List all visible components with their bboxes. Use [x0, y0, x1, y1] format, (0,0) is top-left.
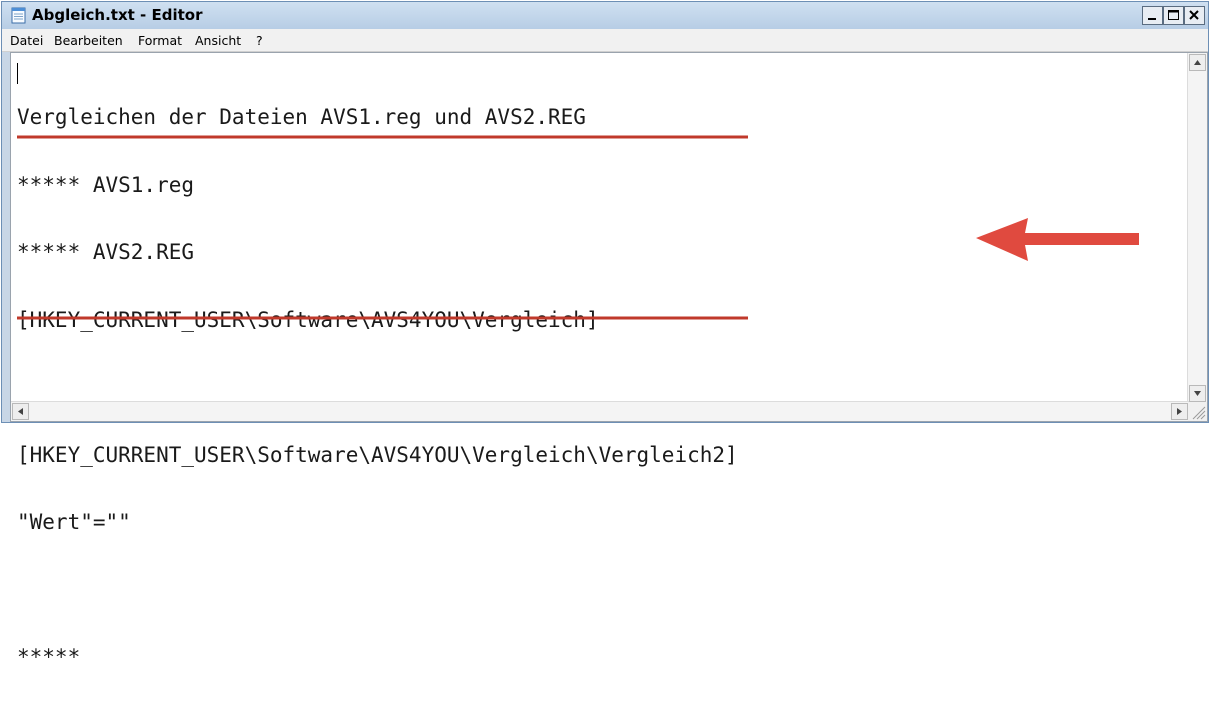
- text-line: [HKEY_CURRENT_USER\Software\AVS4YOU\Verg…: [17, 442, 738, 467]
- notepad-window: Abgleich.txt - Editor Datei Bearbeiten F…: [1, 1, 1209, 668]
- arrow-left-icon: [976, 218, 1139, 261]
- annotation-overlay: [17, 135, 1139, 320]
- text-line: [17, 579, 738, 602]
- text-line: "Wert"="": [17, 510, 131, 534]
- text-line: *****: [17, 645, 81, 669]
